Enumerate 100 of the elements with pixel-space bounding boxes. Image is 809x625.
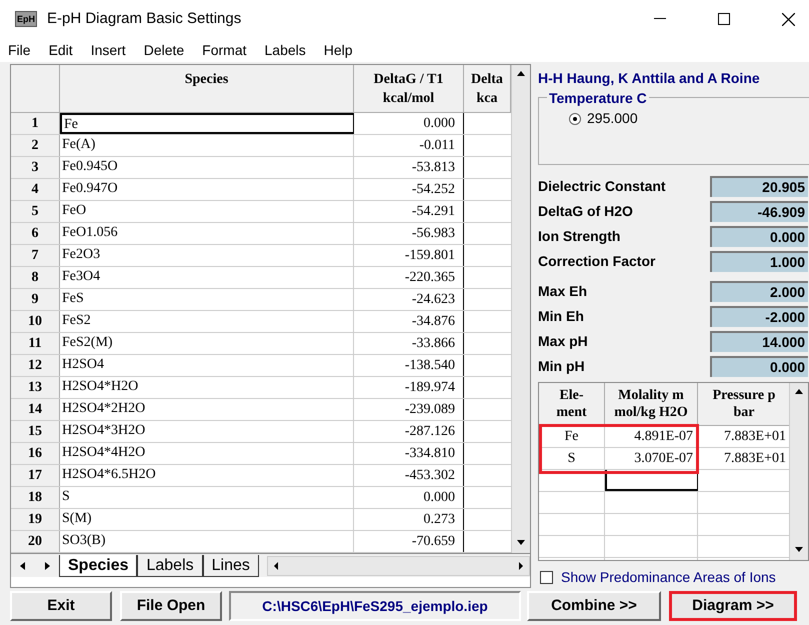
formula-cell[interactable]: FeS2(M) <box>60 333 354 354</box>
action-button[interactable]: Diagram >> <box>669 591 797 621</box>
formula-cell[interactable]: S(M) <box>60 509 354 530</box>
molality-cell[interactable]: 4.891E-07 <box>605 426 698 447</box>
action-button[interactable]: Exit <box>10 591 112 621</box>
formula-cell[interactable]: H2SO4*6.5H2O <box>60 465 354 486</box>
deltag-cell: -0.011 <box>354 135 464 156</box>
menu-item[interactable]: File <box>8 40 31 60</box>
formula-cell[interactable]: Fe <box>60 113 354 134</box>
deltag-cell: -53.813 <box>354 157 464 178</box>
deltag-cell: -138.540 <box>354 355 464 376</box>
value-field[interactable]: 2.000 <box>710 281 808 302</box>
row-number: 20 <box>11 531 60 552</box>
value-field[interactable]: -46.909 <box>710 201 808 222</box>
deltag-cell: -159.801 <box>354 245 464 266</box>
deltag-cell: -70.659 <box>354 531 464 552</box>
formula-cell[interactable]: H2SO4*H2O <box>60 377 354 398</box>
parameter-label: DeltaG of H2O <box>538 202 634 222</box>
horizontal-scrollbar[interactable] <box>266 556 530 576</box>
deltag-cell: 0.000 <box>354 487 464 508</box>
value-field[interactable]: 1.000 <box>710 251 808 272</box>
menu-item[interactable]: Help <box>324 40 353 60</box>
parameter-label: Max Eh <box>538 282 588 302</box>
value-field[interactable]: 0.000 <box>710 356 808 378</box>
sheet-tab[interactable]: Lines <box>202 554 259 576</box>
deltag-cell: -33.866 <box>354 333 464 354</box>
formula-cell[interactable]: H2SO4*4H2O <box>60 443 354 464</box>
action-button[interactable]: Combine >> <box>527 591 661 621</box>
deltag-cell: 0.000 <box>354 113 464 134</box>
row-number: 10 <box>11 311 60 332</box>
deltag-cell: -220.365 <box>354 267 464 288</box>
deltag-cell: -54.252 <box>354 179 464 200</box>
row-number: 3 <box>11 157 60 178</box>
column-header: Molality m mol/kg H2O <box>605 382 698 425</box>
checkbox[interactable] <box>540 571 553 584</box>
radio-label: 295.000 <box>587 109 638 128</box>
sheet-tab[interactable]: Species <box>59 554 138 576</box>
row-number: 9 <box>11 289 60 310</box>
menu-item[interactable]: Format <box>202 40 247 60</box>
parameter-label: Dielectric Constant <box>538 177 667 196</box>
molality-cell[interactable]: 3.070E-07 <box>605 448 698 469</box>
deltag-cell: -34.876 <box>354 311 464 332</box>
row-number: 16 <box>11 443 60 464</box>
formula-cell[interactable]: Fe3O4 <box>60 267 354 288</box>
formula-cell[interactable]: FeS <box>60 289 354 310</box>
action-button[interactable]: File Open <box>120 591 222 621</box>
value-field[interactable]: 20.905 <box>710 176 808 198</box>
row-number: 4 <box>11 179 60 200</box>
radio-button[interactable] <box>569 112 581 124</box>
menu-item[interactable]: Delete <box>144 40 184 60</box>
formula-cell[interactable]: H2SO4 <box>60 355 354 376</box>
row-number: 14 <box>11 399 60 420</box>
row-number: 6 <box>11 223 60 244</box>
app-icon: EpH <box>15 11 37 27</box>
file-path: C:\HSC6\EpH\FeS295_ejemplo.iep <box>229 591 521 621</box>
focused-cell[interactable] <box>605 470 698 491</box>
formula-cell[interactable]: SO3(B) <box>60 531 354 552</box>
close-icon[interactable] <box>782 12 795 26</box>
deltag-cell: -56.983 <box>354 223 464 244</box>
deltag-cell: -189.974 <box>354 377 464 398</box>
deltag-cell: 0.273 <box>354 509 464 530</box>
formula-cell[interactable]: H2SO4*2H2O <box>60 399 354 420</box>
window-title: E-pH Diagram Basic Settings <box>47 8 242 29</box>
menu-item[interactable]: Insert <box>90 40 126 60</box>
maximize-icon[interactable] <box>718 13 730 25</box>
row-number: 12 <box>11 355 60 376</box>
menu-item[interactable]: Edit <box>48 40 73 60</box>
minimize-icon[interactable] <box>654 18 666 20</box>
row-number: 15 <box>11 421 60 442</box>
formula-cell[interactable]: FeO1.056 <box>60 223 354 244</box>
column-header: DeltaG / T1 kcal/mol <box>354 65 464 112</box>
formula-cell[interactable]: H2SO4*3H2O <box>60 421 354 442</box>
deltag-cell: -24.623 <box>354 289 464 310</box>
sheet-tab[interactable]: Labels <box>137 554 203 576</box>
row-number: 5 <box>11 201 60 222</box>
formula-cell[interactable]: Fe0.947O <box>60 179 354 200</box>
value-field[interactable]: 14.000 <box>710 331 808 352</box>
formula-cell[interactable]: Fe0.945O <box>60 157 354 178</box>
column-header: Ele- ment <box>539 382 605 425</box>
formula-cell[interactable]: S <box>60 487 354 508</box>
formula-cell[interactable]: FeS2 <box>60 311 354 332</box>
value-field[interactable]: -2.000 <box>710 306 808 328</box>
formula-cell[interactable]: Fe(A) <box>60 135 354 156</box>
formula-cell[interactable]: Fe2O3 <box>60 245 354 266</box>
element-cell: Fe <box>539 426 605 447</box>
deltag-cell: -287.126 <box>354 421 464 442</box>
row-number: 19 <box>11 509 60 530</box>
row-number: 2 <box>11 135 60 156</box>
value-field[interactable]: 0.000 <box>710 226 808 248</box>
deltag-cell: -54.291 <box>354 201 464 222</box>
row-number: 13 <box>11 377 60 398</box>
vertical-scrollbar[interactable] <box>789 382 808 560</box>
parameter-label: Max pH <box>538 332 589 352</box>
element-cell: S <box>539 448 605 469</box>
menu-item[interactable]: Labels <box>264 40 306 60</box>
vertical-scrollbar[interactable] <box>511 65 530 553</box>
authors-label: H-H Haung, K Anttila and A Roine <box>538 69 761 88</box>
parameter-label: Min Eh <box>538 307 585 326</box>
deltag-cell: -334.810 <box>354 443 464 464</box>
formula-cell[interactable]: FeO <box>60 201 354 222</box>
